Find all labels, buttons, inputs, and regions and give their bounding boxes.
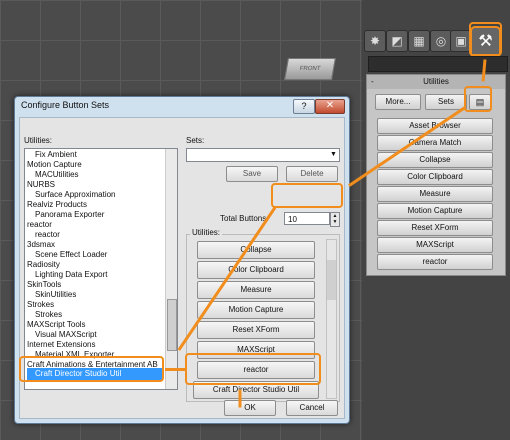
dialog-title: Configure Button Sets	[21, 100, 110, 110]
list-item[interactable]: Motion Capture	[27, 160, 82, 170]
list-item[interactable]: Scene Effect Loader	[27, 250, 107, 260]
viewcube[interactable]: FRONT	[284, 58, 336, 80]
sets-label: Sets:	[186, 136, 205, 145]
selected-item-highlight	[19, 356, 164, 382]
object-name-field[interactable]	[368, 56, 508, 72]
motion-capture-button[interactable]: Motion Capture	[377, 203, 493, 219]
sets-dropdown[interactable]: ▼	[186, 148, 340, 162]
list-item[interactable]: Visual MAXScript	[27, 330, 97, 340]
create-icon[interactable]: ✸	[364, 30, 386, 52]
configure-icon-highlight	[464, 86, 492, 112]
measure-button[interactable]: Measure	[377, 186, 493, 202]
group-scrollbar[interactable]	[326, 239, 337, 399]
more-button[interactable]: More...	[375, 94, 421, 110]
list-item[interactable]: SkinTools	[27, 280, 61, 290]
group-scroll-thumb[interactable]	[327, 260, 336, 300]
total-buttons-spinner[interactable]: ▲ ▼	[330, 212, 340, 227]
list-item[interactable]: reactor	[27, 230, 60, 240]
cancel-button[interactable]: Cancel	[286, 400, 338, 416]
list-scrollbar[interactable]	[165, 149, 177, 389]
utilities-list[interactable]: Fix Ambient Motion Capture MACUtilities …	[24, 148, 178, 390]
hierarchy-icon[interactable]: ▦	[408, 30, 430, 52]
color-clipboard-button[interactable]: Color Clipboard	[377, 169, 493, 185]
list-item[interactable]: Strokes	[27, 300, 54, 310]
list-item[interactable]: Realviz Products	[27, 200, 87, 210]
list-item[interactable]: SkinUtilities	[27, 290, 76, 300]
list-item[interactable]: Radiosity	[27, 260, 60, 270]
utilities-list-label: Utilities:	[24, 136, 53, 145]
reset-xform-slot[interactable]: Reset XForm	[197, 321, 315, 339]
motion-icon[interactable]: ◎	[430, 30, 452, 52]
total-buttons-field[interactable]: 10	[284, 212, 330, 225]
help-button[interactable]: ?	[293, 99, 315, 114]
list-item[interactable]: MACUtilities	[27, 170, 79, 180]
total-buttons-highlight	[271, 183, 343, 208]
list-item[interactable]: Lighting Data Export	[27, 270, 108, 280]
total-buttons-label: Total Buttons:	[220, 214, 269, 223]
arrow-down-icon	[238, 389, 242, 408]
list-item[interactable]: Fix Ambient	[27, 150, 77, 160]
rollout-collapse-icon[interactable]: -	[371, 75, 374, 89]
ok-button[interactable]: OK	[224, 400, 276, 416]
list-item[interactable]: Strokes	[27, 310, 62, 320]
camera-match-button[interactable]: Camera Match	[377, 135, 493, 151]
close-button[interactable]: ✕	[315, 99, 345, 114]
collapse-slot[interactable]: Collapse	[197, 241, 315, 259]
reactor-button[interactable]: reactor	[377, 254, 493, 270]
color-clipboard-slot[interactable]: Color Clipboard	[197, 261, 315, 279]
list-scroll-thumb[interactable]	[167, 299, 177, 351]
maxscript-button[interactable]: MAXScript	[377, 237, 493, 253]
list-item[interactable]: 3dsmax	[27, 240, 55, 250]
list-item[interactable]: NURBS	[27, 180, 55, 190]
list-item[interactable]: reactor	[27, 220, 52, 230]
save-button[interactable]: Save	[226, 166, 278, 182]
list-item[interactable]: Internet Extensions	[27, 340, 95, 350]
utilities-tab-highlight	[469, 22, 502, 56]
group-label: Utilities:	[190, 228, 223, 237]
new-button-highlight	[185, 353, 321, 385]
chevron-down-icon[interactable]: ▼	[328, 149, 339, 161]
delete-button[interactable]: Delete	[286, 166, 338, 182]
list-item[interactable]: Surface Approximation	[27, 190, 116, 200]
arrow-right-icon	[165, 368, 185, 371]
reset-xform-button[interactable]: Reset XForm	[377, 220, 493, 236]
list-item[interactable]: Panorama Exporter	[27, 210, 104, 220]
modify-icon[interactable]: ◩	[386, 30, 408, 52]
list-item[interactable]: MAXScript Tools	[27, 320, 86, 330]
motion-capture-slot[interactable]: Motion Capture	[197, 301, 315, 319]
